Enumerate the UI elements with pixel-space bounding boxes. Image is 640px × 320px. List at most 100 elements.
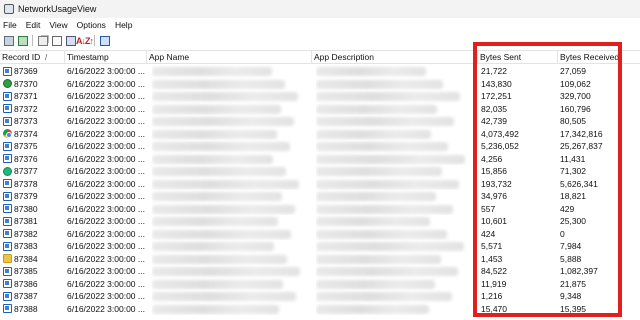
header-app-description[interactable]: App Description xyxy=(312,51,478,64)
bytes-sent-cell: 11,919 xyxy=(481,278,507,289)
bytes-received-cell: 17,342,816 xyxy=(560,128,603,139)
record-id-cell: 87380 xyxy=(3,203,65,216)
app-description-cell-blurred xyxy=(316,253,471,266)
exit-icon[interactable] xyxy=(99,35,110,46)
timestamp-cell: 6/16/2022 3:00:00 ... xyxy=(67,278,145,289)
app-description-cell-blurred xyxy=(316,178,471,191)
app-icon xyxy=(3,291,12,301)
table-row[interactable]: 87388 6/16/2022 3:00:00 ... 15,470 15,395 xyxy=(0,303,640,316)
bytes-received-cell: 0 xyxy=(560,228,565,239)
app-icon xyxy=(3,154,12,164)
app-name-cell-blurred xyxy=(152,140,307,153)
table-row[interactable]: 87377 6/16/2022 3:00:00 ... 15,856 71,302 xyxy=(0,165,640,178)
menu-view[interactable]: View xyxy=(49,20,67,30)
menu-help[interactable]: Help xyxy=(115,20,132,30)
app-name-cell-blurred xyxy=(152,278,307,291)
app-description-cell-blurred xyxy=(316,165,471,178)
header-timestamp[interactable]: Timestamp xyxy=(65,51,147,64)
table-row[interactable]: 87384 6/16/2022 3:00:00 ... 1,453 5,888 xyxy=(0,253,640,266)
app-icon xyxy=(3,66,12,76)
record-id-cell: 87381 xyxy=(3,215,65,228)
header-record-id[interactable]: Record ID / xyxy=(0,51,65,64)
bytes-received-cell: 160,796 xyxy=(560,103,591,114)
table-row[interactable]: 87375 6/16/2022 3:00:00 ... 5,236,052 25,26… xyxy=(0,140,640,153)
table-row[interactable]: 87379 6/16/2022 3:00:00 ... 34,976 18,821 xyxy=(0,190,640,203)
table-row[interactable]: 87370 6/16/2022 3:00:00 ... 143,830 109,062 xyxy=(0,78,640,91)
app-description-cell-blurred xyxy=(316,90,471,103)
bytes-sent-cell: 21,722 xyxy=(481,66,507,76)
menu-options[interactable]: Options xyxy=(77,20,106,30)
bytes-received-cell: 5,888 xyxy=(560,253,582,264)
table-row[interactable]: 87378 6/16/2022 3:00:00 ... 193,732 5,626,3… xyxy=(0,178,640,191)
header-app-name[interactable]: App Name xyxy=(147,51,312,64)
record-id-cell: 87387 xyxy=(3,290,65,303)
record-id-cell: 87388 xyxy=(3,303,65,316)
bytes-received-cell: 27,059 xyxy=(560,66,586,76)
window-title: NetworkUsageView xyxy=(18,4,97,14)
table-row[interactable]: 87385 6/16/2022 3:00:00 ... 84,522 1,082,39… xyxy=(0,265,640,278)
app-name-cell-blurred xyxy=(152,228,307,241)
save-icon[interactable] xyxy=(3,35,14,46)
record-id: 87386 xyxy=(14,278,38,289)
app-name-cell-blurred xyxy=(152,153,307,166)
timestamp-cell: 6/16/2022 3:00:00 ... xyxy=(67,191,145,201)
app-description-cell-blurred xyxy=(316,65,471,78)
record-id-cell: 87379 xyxy=(3,190,65,203)
app-description-cell-blurred xyxy=(316,303,471,316)
bytes-received-cell: 9,348 xyxy=(560,291,582,301)
table-row[interactable]: 87380 6/16/2022 3:00:00 ... 557 429 xyxy=(0,203,640,216)
table-row[interactable]: 87374 6/16/2022 3:00:00 ... 4,073,492 17,34… xyxy=(0,128,640,141)
find-icon[interactable] xyxy=(65,35,76,46)
header-bytes-received[interactable]: Bytes Received xyxy=(558,51,640,64)
record-id-cell: 87382 xyxy=(3,228,65,241)
record-id: 87375 xyxy=(14,141,38,151)
timestamp-cell: 6/16/2022 3:00:00 ... xyxy=(67,241,145,251)
record-id-cell: 87375 xyxy=(3,140,65,153)
bytes-received-cell: 1,082,397 xyxy=(560,266,598,276)
app-name-cell-blurred xyxy=(152,303,307,316)
sort-icon[interactable]: A↓Z↑ xyxy=(76,35,94,46)
timestamp-cell: 6/16/2022 3:00:00 ... xyxy=(67,78,145,89)
chrome-icon xyxy=(3,129,12,139)
bytes-received-cell: 11,431 xyxy=(560,153,586,164)
record-id: 87373 xyxy=(14,116,38,126)
table-row[interactable]: 87381 6/16/2022 3:00:00 ... 10,601 25,300 xyxy=(0,215,640,228)
menu-bar: File Edit View Options Help xyxy=(0,18,640,32)
timestamp-cell: 6/16/2022 3:00:00 ... xyxy=(67,103,145,114)
table-row[interactable]: 87386 6/16/2022 3:00:00 ... 11,919 21,875 xyxy=(0,278,640,291)
record-id: 87388 xyxy=(14,303,38,314)
record-id: 87370 xyxy=(14,78,38,89)
table-row[interactable]: 87382 6/16/2022 3:00:00 ... 424 0 xyxy=(0,228,640,241)
record-id-cell: 87369 xyxy=(3,65,65,78)
copy-icon[interactable] xyxy=(37,35,48,46)
timestamp-cell: 6/16/2022 3:00:00 ... xyxy=(67,303,145,314)
record-id-cell: 87386 xyxy=(3,278,65,291)
bytes-sent-cell: 84,522 xyxy=(481,266,507,276)
table-row[interactable]: 87369 6/16/2022 3:00:00 ... 21,722 27,059 xyxy=(0,65,640,78)
table-row[interactable]: 87383 6/16/2022 3:00:00 ... 5,571 7,984 xyxy=(0,240,640,253)
properties-icon[interactable] xyxy=(51,35,62,46)
menu-file[interactable]: File xyxy=(3,20,17,30)
record-id: 87378 xyxy=(14,178,38,189)
table-row[interactable]: 87376 6/16/2022 3:00:00 ... 4,256 11,431 xyxy=(0,153,640,166)
app-icon xyxy=(3,204,12,214)
record-id: 87376 xyxy=(14,153,38,164)
export-icon[interactable] xyxy=(17,35,28,46)
timestamp-cell: 6/16/2022 3:00:00 ... xyxy=(67,266,145,276)
app-description-cell-blurred xyxy=(316,203,471,216)
header-bytes-sent[interactable]: Bytes Sent xyxy=(478,51,558,64)
record-id-cell: 87373 xyxy=(3,115,65,128)
timestamp-cell: 6/16/2022 3:00:00 ... xyxy=(67,128,145,139)
record-id-cell: 87372 xyxy=(3,103,65,116)
app-name-cell-blurred xyxy=(152,65,307,78)
app-name-cell-blurred xyxy=(152,265,307,278)
app-description-cell-blurred xyxy=(316,278,471,291)
table-row[interactable]: 87371 6/16/2022 3:00:00 ... 172,251 329,700 xyxy=(0,90,640,103)
app-name-cell-blurred xyxy=(152,253,307,266)
bytes-sent-cell: 1,216 xyxy=(481,291,503,301)
table-row[interactable]: 87387 6/16/2022 3:00:00 ... 1,216 9,348 xyxy=(0,290,640,303)
table-row[interactable]: 87372 6/16/2022 3:00:00 ... 82,035 160,796 xyxy=(0,103,640,116)
app-icon xyxy=(3,116,12,126)
menu-edit[interactable]: Edit xyxy=(26,20,41,30)
table-row[interactable]: 87373 6/16/2022 3:00:00 ... 42,739 80,505 xyxy=(0,115,640,128)
